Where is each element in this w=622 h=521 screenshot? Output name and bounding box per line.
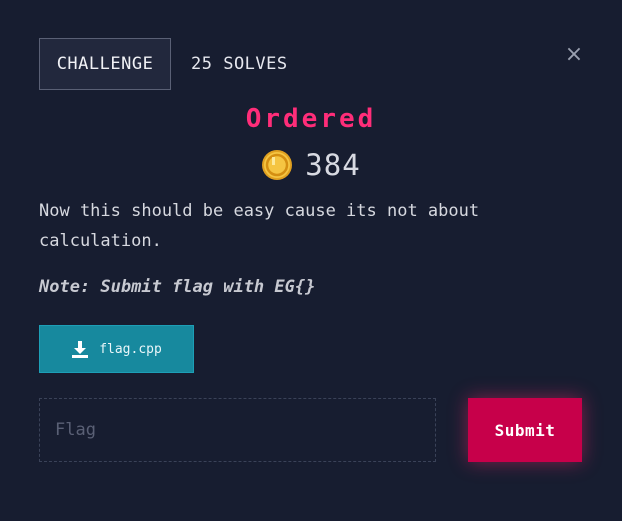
challenge-note: Note: Submit flag with EG{} [39,277,316,297]
file-name: flag.cpp [99,341,162,357]
download-icon [72,341,89,358]
challenge-modal: CHALLENGE 25 SOLVES × Ordered 384 Now th… [0,0,622,521]
modal-tabs: CHALLENGE 25 SOLVES [39,38,288,90]
tab-challenge[interactable]: CHALLENGE [39,38,171,90]
download-file-button[interactable]: flag.cpp [39,325,194,373]
challenge-description: Now this should be easy cause its not ab… [39,201,480,251]
challenge-value: 384 [305,148,361,182]
coin-icon [262,150,293,180]
close-icon[interactable]: × [563,44,585,66]
challenge-title: Ordered [245,104,377,134]
challenge-value-row: 384 [0,148,622,182]
tab-solves[interactable]: 25 SOLVES [191,38,288,90]
submit-button[interactable]: Submit [468,398,582,462]
flag-input[interactable] [39,398,436,462]
